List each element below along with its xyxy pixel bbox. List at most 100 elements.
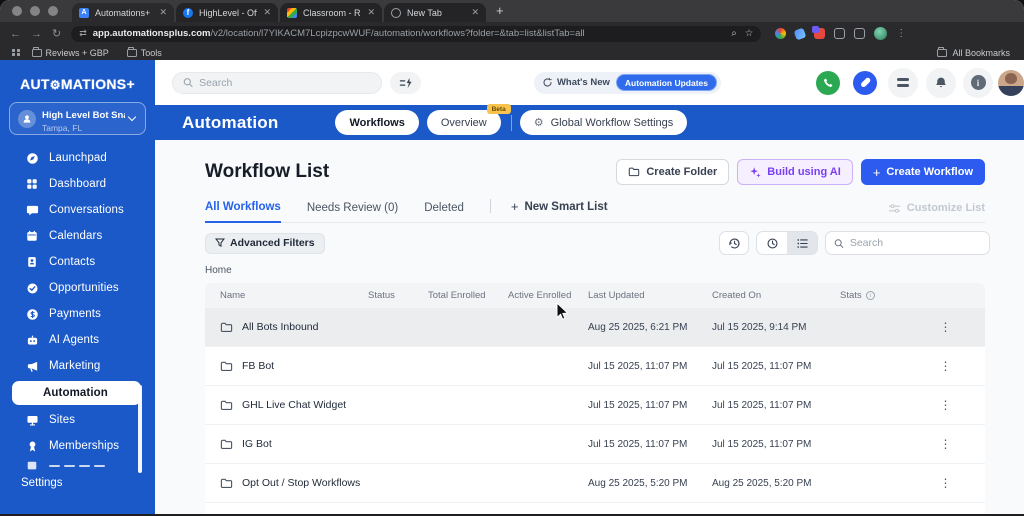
time-view-button[interactable] — [757, 232, 787, 254]
table-search-input[interactable] — [849, 237, 981, 249]
phone-button[interactable] — [816, 70, 840, 95]
close-tab-icon[interactable]: ✕ — [367, 7, 375, 18]
row-menu-icon[interactable]: ⋮ — [907, 398, 985, 412]
app-window: A Automations+ ✕ f HighLevel - Official … — [0, 0, 1024, 516]
sidebar-item-contacts[interactable]: Contacts — [0, 249, 155, 275]
zoom-page-icon[interactable]: ⌕ — [731, 28, 736, 39]
table-row[interactable]: All Bots Inbound Aug 25 2025, 6:21 PM Ju… — [205, 308, 985, 347]
advanced-filters-label: Advanced Filters — [230, 237, 315, 249]
advanced-filters-button[interactable]: Advanced Filters — [205, 232, 325, 254]
red-extension-icon[interactable] — [812, 26, 826, 39]
sidebar-item-conversations[interactable]: Conversations — [0, 197, 155, 223]
global-settings-label: Global Workflow Settings — [550, 116, 674, 129]
workflows-button[interactable]: Workflows — [335, 110, 419, 135]
contacts-icon — [25, 255, 39, 269]
facebook-favicon: f — [183, 7, 193, 18]
table-search[interactable] — [825, 231, 990, 255]
browser-tab-classroom[interactable]: Classroom - Russ Ward's AI M ✕ — [280, 3, 382, 22]
table-row[interactable]: GHL Live Chat Widget Jul 15 2025, 11:07 … — [205, 386, 985, 425]
logo-gear-icon: ⚙ — [49, 78, 61, 92]
minimize-window-icon[interactable] — [30, 6, 40, 16]
user-avatar[interactable] — [998, 69, 1024, 96]
sidebar: AUT⚙MATIONS+ High Level Bot Sna... Tampa… — [0, 60, 155, 516]
launch-button[interactable] — [853, 70, 877, 95]
pen-extension-icon[interactable] — [793, 27, 807, 40]
sidebar-item-memberships[interactable]: Memberships — [0, 433, 155, 459]
apps-grid-icon[interactable] — [12, 48, 20, 57]
build-using-ai-button[interactable]: Build using AI — [737, 159, 853, 185]
account-location: Tampa, FL — [42, 122, 83, 133]
sidebar-item-automation[interactable]: Automation — [12, 381, 141, 405]
enrollment-history-button[interactable] — [719, 231, 749, 255]
filter-row: Advanced Filters — [205, 231, 990, 255]
site-settings-icon[interactable]: ⇄ — [79, 28, 87, 39]
list-view-button[interactable] — [787, 232, 817, 254]
close-tab-icon[interactable]: ✕ — [263, 7, 271, 18]
overview-button[interactable]: Overview Beta — [426, 104, 511, 135]
close-window-icon[interactable] — [12, 6, 22, 16]
browser-tab-new[interactable]: New Tab ✕ — [384, 3, 486, 22]
sidebar-item-launchpad[interactable]: Launchpad — [0, 145, 155, 171]
tab-needs-review[interactable]: Needs Review (0) — [307, 202, 398, 222]
close-tab-icon[interactable]: ✕ — [471, 7, 479, 18]
whats-new-group[interactable]: What's New Automation Updates — [533, 71, 721, 94]
browser-tab-highlevel[interactable]: f HighLevel - Official Communi ✕ — [176, 3, 278, 22]
reload-icon[interactable]: ↻ — [52, 27, 61, 40]
menu-button[interactable] — [888, 67, 918, 98]
customize-list-button[interactable]: Customize List — [888, 202, 985, 222]
row-menu-icon[interactable]: ⋮ — [907, 320, 985, 334]
sidebar-item-dashboard[interactable]: Dashboard — [0, 171, 155, 197]
notifications-button[interactable] — [926, 67, 956, 98]
account-switcher[interactable]: High Level Bot Sna... Tampa, FL — [9, 102, 146, 135]
create-folder-button[interactable]: Create Folder — [616, 159, 730, 185]
window-controls[interactable] — [12, 6, 58, 16]
create-workflow-button[interactable]: + Create Workflow — [860, 159, 985, 185]
help-button[interactable]: i — [963, 67, 993, 98]
bookmark-folder-tools[interactable]: Tools — [126, 47, 162, 58]
table-row[interactable]: Opt Out / Stop Workflows Aug 25 2025, 5:… — [205, 464, 985, 503]
browser-profile-avatar[interactable] — [874, 27, 888, 40]
clock-icon — [766, 237, 778, 249]
new-tab-icon[interactable]: + — [496, 3, 504, 18]
address-bar[interactable]: ⇄ app.automationsplus.com /v2/location/l… — [71, 25, 762, 42]
global-search-input[interactable] — [199, 76, 372, 89]
palette-extension-icon[interactable] — [775, 28, 787, 39]
bookmark-star-icon[interactable]: ☆ — [745, 28, 754, 39]
sidebar-item-sites[interactable]: Sites — [0, 407, 155, 433]
membership-badge-icon — [25, 439, 39, 453]
global-workflow-settings-button[interactable]: ⚙ Global Workflow Settings — [519, 110, 688, 135]
sidebar-item-ai-agents[interactable]: AI Agents — [0, 327, 155, 353]
all-bookmarks-button[interactable]: All Bookmarks — [937, 47, 1010, 58]
breadcrumb[interactable]: Home — [205, 265, 1024, 276]
bookmark-folder-reviews[interactable]: Reviews + GBP — [31, 47, 109, 58]
automation-updates-badge[interactable]: Automation Updates — [615, 74, 717, 91]
sidebar-item-marketing[interactable]: Marketing — [0, 353, 155, 379]
sidebar-item-calendars[interactable]: Calendars — [0, 223, 155, 249]
logo-text-left: AUT — [20, 76, 50, 92]
new-smart-list-button[interactable]: + New Smart List — [511, 199, 608, 222]
browser-menu-icon[interactable]: ⋮ — [896, 28, 906, 39]
table-row[interactable]: FB Bot Jul 15 2025, 11:07 PM Jul 15 2025… — [205, 347, 985, 386]
sidebar-item-partial[interactable] — [0, 459, 155, 473]
sidebar-item-opportunities[interactable]: Opportunities — [0, 275, 155, 301]
megaphone-icon — [25, 359, 39, 373]
tab-all-workflows[interactable]: All Workflows — [205, 201, 281, 223]
maximize-window-icon[interactable] — [48, 6, 58, 16]
sidebar-scrollbar[interactable] — [138, 385, 142, 473]
sidepanel-icon[interactable] — [854, 28, 866, 39]
table-row[interactable]: IG Bot Jul 15 2025, 11:07 PM Jul 15 2025… — [205, 425, 985, 464]
global-search[interactable] — [172, 71, 383, 94]
extension-icon[interactable] — [834, 28, 846, 39]
browser-tab-automations[interactable]: A Automations+ ✕ — [72, 3, 174, 22]
quick-actions-button[interactable] — [390, 71, 421, 94]
sidebar-item-settings[interactable]: Settings — [21, 477, 155, 489]
monitor-icon — [25, 413, 39, 427]
close-tab-icon[interactable]: ✕ — [159, 7, 167, 18]
forward-icon[interactable]: → — [31, 28, 42, 40]
row-menu-icon[interactable]: ⋮ — [907, 476, 985, 490]
back-icon[interactable]: ← — [10, 28, 21, 40]
sidebar-item-payments[interactable]: Payments — [0, 301, 155, 327]
row-menu-icon[interactable]: ⋮ — [907, 437, 985, 451]
tab-deleted[interactable]: Deleted — [424, 202, 464, 222]
row-menu-icon[interactable]: ⋮ — [907, 359, 985, 373]
